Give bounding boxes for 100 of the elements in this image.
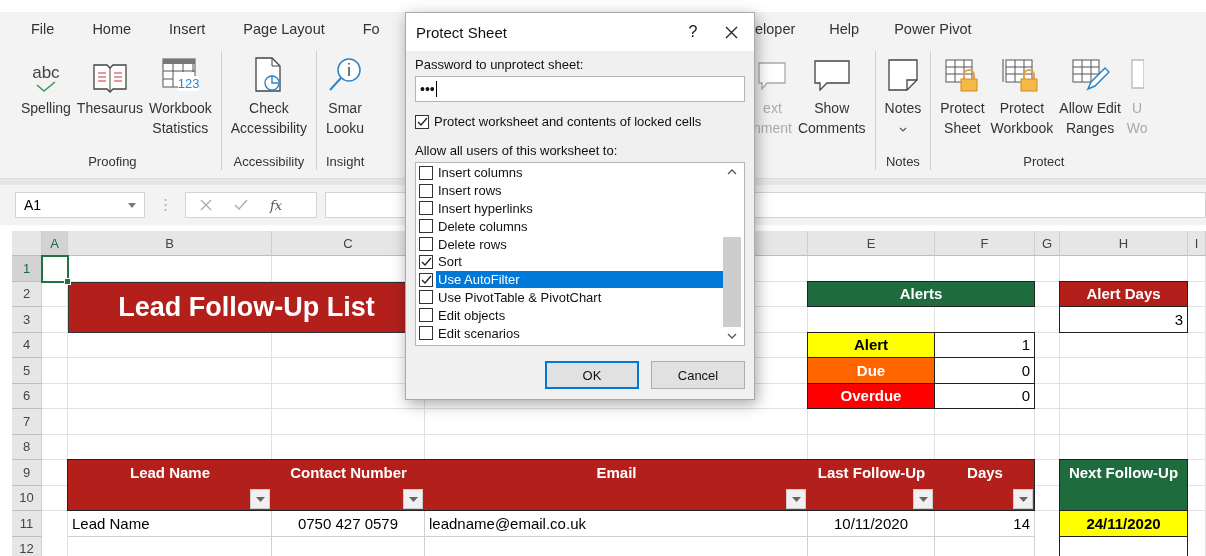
field-label: Password to unprotect sheet:: [415, 57, 585, 72]
table-header: Next Follow-Up: [1059, 459, 1188, 511]
list-item[interactable]: Edit objects: [436, 306, 723, 324]
checkbox[interactable]: [419, 165, 433, 180]
check-icon[interactable]: [234, 199, 248, 211]
row-header[interactable]: 8: [12, 434, 42, 460]
group-label: Accessibility: [232, 153, 306, 171]
row-header[interactable]: 10: [12, 485, 42, 511]
dialog-button[interactable]: Cancel: [651, 361, 745, 389]
ribbon-tab[interactable]: eloper: [755, 20, 830, 37]
checkbox[interactable]: [419, 254, 433, 269]
ribbon-tab[interactable]: Insert: [150, 20, 225, 37]
dropdown-icon: [408, 496, 418, 502]
checkbox[interactable]: [419, 308, 433, 323]
ribbon-button[interactable]: Show Comments: [794, 51, 869, 152]
ribbon-button[interactable]: Notes: [881, 51, 925, 152]
list-item[interactable]: Use AutoFilter: [436, 271, 723, 289]
list-item[interactable]: Delete rows: [436, 235, 723, 253]
row-header[interactable]: 5: [12, 358, 42, 384]
dropdown-icon: [128, 202, 136, 208]
checkbox[interactable]: [419, 219, 433, 234]
table-cell: 3: [1059, 306, 1188, 333]
ribbon-tab[interactable]: Power Pivot: [894, 20, 1007, 37]
close-icon[interactable]: [724, 25, 738, 39]
document-icon: [253, 57, 284, 93]
filter-button[interactable]: [250, 489, 270, 509]
ribbon-button[interactable]: Smar Looku: [323, 51, 368, 152]
ribbon-tab[interactable]: Help: [829, 20, 895, 37]
checkbox[interactable]: [419, 237, 433, 252]
column-header[interactable]: I: [1188, 231, 1206, 256]
list-item[interactable]: Sort: [436, 253, 723, 271]
dropdown-icon: [1018, 496, 1028, 502]
ribbon-button[interactable]: Allow Edit Ranges: [1056, 51, 1124, 152]
ribbon-button[interactable]: Check Accessibility: [227, 51, 310, 152]
ribbon-tab[interactable]: File: [12, 20, 74, 37]
ribbon-button[interactable]: abc Spelling: [18, 51, 74, 152]
checkbox[interactable]: [419, 201, 433, 216]
comment-icon: [812, 57, 851, 93]
row-header[interactable]: 2: [12, 281, 42, 307]
insert-function-button[interactable]: fx: [270, 197, 283, 213]
row-header[interactable]: 3: [12, 307, 42, 333]
column-header[interactable]: G: [1035, 231, 1060, 256]
scrollbar-thumb[interactable]: [723, 237, 741, 327]
help-button[interactable]: ?: [678, 23, 708, 41]
grid-pencil-icon: [1070, 57, 1111, 93]
row-header[interactable]: 12: [12, 536, 42, 556]
dropdown-icon: [791, 496, 801, 502]
column-header[interactable]: E: [808, 231, 935, 256]
list-item[interactable]: Insert rows: [436, 182, 723, 200]
chevron-icon: [898, 127, 907, 133]
column-header[interactable]: F: [935, 231, 1035, 256]
list-item[interactable]: Insert columns: [436, 164, 723, 182]
checkbox[interactable]: [415, 114, 429, 129]
ribbon-tab[interactable]: Fo: [343, 20, 399, 37]
column-header[interactable]: B: [68, 231, 272, 256]
status-label: Alert: [807, 331, 935, 358]
ribbon-tab[interactable]: Page Layout: [224, 20, 344, 37]
dropdown-icon: [255, 496, 265, 502]
ribbon-button[interactable]: 123 Workbook Statistics: [146, 51, 215, 152]
selected-cell[interactable]: [41, 255, 69, 283]
checkbox[interactable]: [419, 290, 433, 305]
table-cell: Lead Name: [68, 511, 272, 537]
row-header[interactable]: 7: [12, 409, 42, 435]
ribbon-button[interactable]: Protect Workbook: [987, 51, 1057, 152]
name-box[interactable]: A1: [15, 192, 145, 218]
date-cell: 24/11/2020: [1059, 510, 1188, 537]
filter-button[interactable]: [1013, 489, 1033, 509]
checkbox[interactable]: [419, 183, 433, 198]
list-item[interactable]: Use PivotTable & PivotChart: [436, 288, 723, 306]
password-field[interactable]: •••: [415, 76, 745, 102]
status-label: Due: [807, 357, 935, 384]
status-label: Overdue: [807, 382, 935, 409]
checkbox[interactable]: [419, 272, 433, 287]
filter-button[interactable]: [403, 489, 423, 509]
dropdown-icon: [918, 496, 928, 502]
dialog-title: Protect Sheet: [416, 23, 508, 41]
checkbox-label[interactable]: Protect worksheet and contents of locked cells: [434, 114, 702, 129]
row-header[interactable]: 6: [12, 383, 42, 409]
row-header[interactable]: 4: [12, 332, 42, 358]
filter-button[interactable]: [913, 489, 933, 509]
checkbox[interactable]: [419, 326, 433, 341]
list-item[interactable]: Insert hyperlinks: [436, 200, 723, 217]
column-header[interactable]: A: [42, 231, 68, 256]
filter-button[interactable]: [786, 489, 806, 509]
column-header[interactable]: H: [1060, 231, 1188, 256]
row-header[interactable]: 11: [12, 511, 42, 537]
grip-icon: [163, 198, 167, 212]
ribbon-button[interactable]: Protect Sheet: [937, 51, 988, 152]
ribbon-tab[interactable]: Home: [73, 20, 151, 37]
list-item[interactable]: Delete columns: [436, 217, 723, 235]
ribbon-button[interactable]: Thesaurus: [73, 51, 146, 152]
book-icon: [92, 63, 127, 93]
group-label: Protect: [1022, 153, 1066, 171]
row-header[interactable]: 9: [12, 460, 42, 486]
table-cell: 14: [935, 511, 1035, 537]
group-label: Insight: [324, 153, 366, 171]
dialog-button[interactable]: OK: [545, 361, 639, 389]
list-item[interactable]: Edit scenarios: [436, 324, 723, 342]
table-cell: leadname@email.co.uk: [425, 511, 808, 537]
row-header[interactable]: 1: [12, 256, 42, 282]
